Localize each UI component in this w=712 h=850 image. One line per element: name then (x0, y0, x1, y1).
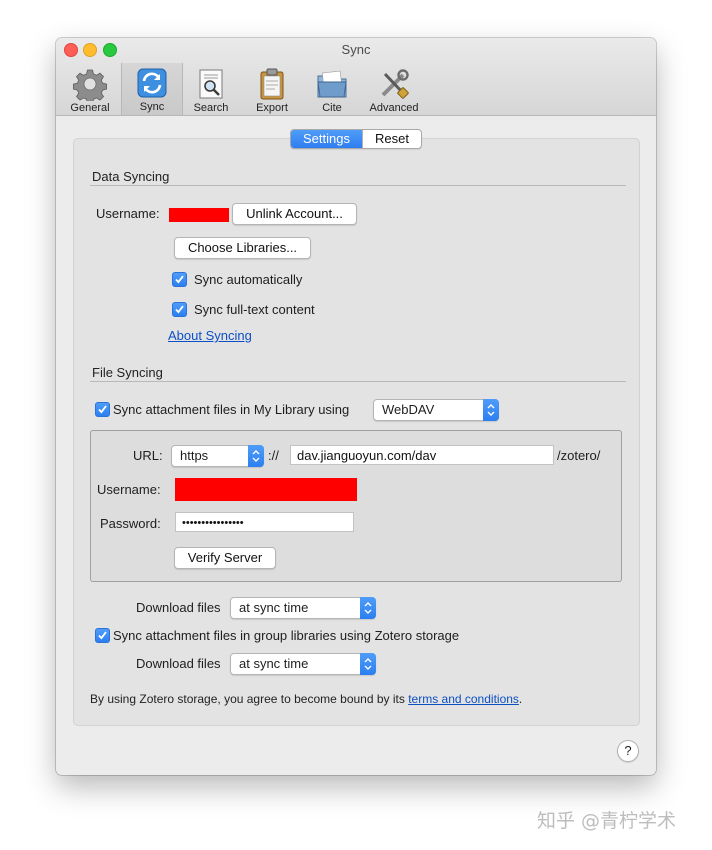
sync-fulltext-checkbox[interactable] (172, 302, 187, 317)
toolbar-label: Search (193, 102, 229, 114)
protocol-select[interactable]: https (171, 445, 264, 467)
sync-my-library-checkbox[interactable] (95, 402, 110, 417)
updown-chevron-icon (360, 653, 376, 675)
download-files-value: at sync time (239, 600, 309, 615)
unlink-account-button[interactable]: Unlink Account... (232, 203, 357, 225)
file-syncing-title: File Syncing (92, 365, 163, 380)
download-files-label: Download files (136, 600, 221, 615)
toolbar-sync[interactable]: Sync (121, 63, 183, 115)
terms-and-conditions-link[interactable]: terms and conditions (408, 692, 519, 706)
toolbar-label: General (70, 102, 110, 114)
watermark-text: 知乎 @青柠学术 (537, 810, 677, 832)
password-input[interactable]: •••••••••••••••• (175, 512, 354, 532)
toolbar-label: Advanced (369, 102, 419, 114)
divider (90, 185, 626, 186)
clipboard-icon (260, 68, 284, 100)
url-separator: :// (268, 448, 279, 463)
updown-chevron-icon (360, 597, 376, 619)
webdav-username-label: Username: (97, 482, 161, 497)
updown-chevron-icon (248, 445, 264, 467)
search-icon (199, 69, 223, 99)
download-files-group-value: at sync time (239, 656, 309, 671)
checkmark-icon (175, 275, 184, 284)
toolbar-label: Cite (322, 102, 342, 114)
choose-libraries-button[interactable]: Choose Libraries... (174, 237, 311, 259)
settings-reset-tabs: Settings Reset (290, 129, 422, 149)
gear-icon (73, 69, 107, 101)
redacted-webdav-username[interactable] (175, 478, 357, 501)
download-files-select[interactable]: at sync time (230, 597, 376, 619)
tab-settings[interactable]: Settings (291, 130, 362, 148)
terms-prefix: By using Zotero storage, you agree to be… (90, 692, 409, 706)
tab-reset[interactable]: Reset (361, 130, 421, 148)
toolbar-label: Export (256, 102, 288, 114)
download-files-group-label: Download files (136, 656, 221, 671)
sync-group-libraries-checkbox[interactable] (95, 628, 110, 643)
divider (90, 381, 626, 382)
sync-fulltext-label: Sync full-text content (194, 302, 315, 317)
preferences-window: Sync General Sync Search Export Cite Adv… (56, 38, 656, 775)
toolbar-label: Sync (139, 101, 165, 113)
url-suffix: /zotero/ (557, 448, 601, 463)
password-label: Password: (100, 516, 161, 531)
sync-group-libraries-label: Sync attachment files in group libraries… (113, 628, 460, 643)
toolbar-export[interactable]: Export (242, 64, 302, 114)
checkmark-icon (98, 405, 107, 414)
sync-method-value: WebDAV (382, 402, 435, 417)
toolbar-general[interactable]: General (60, 64, 120, 114)
storage-terms-text: By using Zotero storage, you agree to be… (90, 692, 522, 706)
toolbar-cite[interactable]: Cite (302, 64, 362, 114)
terms-suffix: . (518, 692, 523, 706)
redacted-username (169, 208, 229, 222)
about-syncing-link[interactable]: About Syncing (168, 328, 252, 343)
username-label: Username: (96, 206, 160, 221)
verify-server-button[interactable]: Verify Server (174, 547, 276, 569)
download-files-group-select[interactable]: at sync time (230, 653, 376, 675)
window-title: Sync (341, 42, 371, 57)
sync-automatically-label: Sync automatically (194, 272, 303, 287)
url-input[interactable]: dav.jianguoyun.com/dav (290, 445, 554, 465)
protocol-value: https (180, 448, 209, 463)
sync-automatically-checkbox[interactable] (172, 272, 187, 287)
sync-my-library-label: Sync attachment files in My Library usin… (113, 402, 350, 417)
toolbar-search[interactable]: Search (181, 64, 241, 114)
sync-method-select[interactable]: WebDAV (373, 399, 499, 421)
toolbar-advanced[interactable]: Advanced (364, 64, 424, 114)
folder-icon (317, 70, 347, 98)
updown-chevron-icon (483, 399, 499, 421)
sync-icon (137, 68, 167, 98)
data-syncing-title: Data Syncing (92, 169, 170, 184)
tools-icon (381, 69, 409, 99)
help-button[interactable]: ? (617, 740, 639, 762)
checkmark-icon (98, 631, 107, 640)
checkmark-icon (175, 305, 184, 314)
titlebar: Sync General Sync Search Export Cite Adv… (56, 38, 656, 116)
url-label: URL: (133, 448, 163, 463)
